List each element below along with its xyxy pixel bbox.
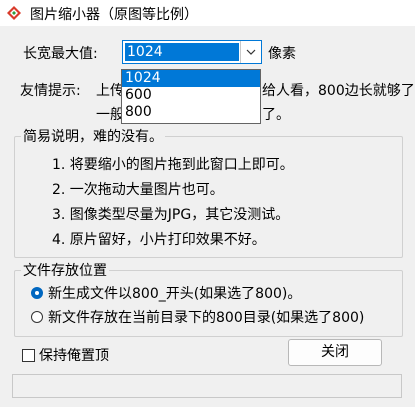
- storage-option-prefix-label: 新生成文件以800_开头(如果选了800)。: [48, 286, 302, 302]
- dropdown-option-600[interactable]: 600: [122, 87, 260, 104]
- step-1: 1. 将要缩小的图片拖到此窗口上即可。: [52, 157, 294, 173]
- radio-unselected-icon[interactable]: [31, 311, 43, 323]
- tip-text-line1-start: 上传: [96, 83, 124, 99]
- radio-selected-icon[interactable]: [31, 287, 43, 299]
- storage-legend: 文件存放位置: [23, 263, 107, 279]
- unit-label: 像素: [268, 46, 296, 62]
- window-title: 图片缩小器（原图等比例）: [30, 7, 198, 23]
- tip-text-line2-end: 了。: [262, 107, 290, 123]
- max-size-combobox[interactable]: 1024: [122, 40, 262, 64]
- topmost-checkbox[interactable]: [22, 348, 35, 362]
- app-logo-icon: [7, 6, 21, 20]
- max-size-label: 长宽最大值:: [23, 46, 98, 62]
- topmost-checkbox-row[interactable]: 保持俺置顶: [22, 345, 109, 365]
- tip-text-line2-start: 一般: [96, 107, 124, 123]
- tip-label: 友情提示:: [20, 83, 81, 99]
- step-3: 3. 图像类型尽量为JPG，其它没测试。: [52, 207, 290, 223]
- dropdown-option-800[interactable]: 800: [122, 104, 260, 121]
- description-steps: 1. 将要缩小的图片拖到此窗口上即可。 2. 一次拖动大量图片也可。 3. 图像…: [52, 153, 294, 253]
- status-bar: [12, 374, 402, 398]
- step-2: 2. 一次拖动大量图片也可。: [52, 182, 224, 198]
- chevron-down-icon[interactable]: [240, 41, 261, 63]
- step-4: 4. 原片留好，小片打印效果不好。: [52, 232, 266, 248]
- dropdown-option-1024[interactable]: 1024: [122, 70, 260, 87]
- topmost-label: 保持俺置顶: [39, 348, 109, 364]
- storage-option-prefix[interactable]: 新生成文件以800_开头(如果选了800)。: [31, 283, 301, 303]
- max-size-value: 1024: [125, 43, 239, 61]
- title-bar: 图片缩小器（原图等比例）: [0, 0, 415, 26]
- storage-option-subdir[interactable]: 新文件存放在当前目录下的800目录(如果选了800): [31, 307, 364, 327]
- max-size-dropdown-list[interactable]: 1024 600 800: [121, 69, 261, 124]
- tip-text-line1-end: 给人看，800边长就够了: [262, 83, 415, 99]
- storage-option-subdir-label: 新文件存放在当前目录下的800目录(如果选了800): [48, 310, 365, 326]
- description-legend: 简易说明，难的没有。: [23, 129, 163, 145]
- close-button[interactable]: 关闭: [288, 339, 382, 366]
